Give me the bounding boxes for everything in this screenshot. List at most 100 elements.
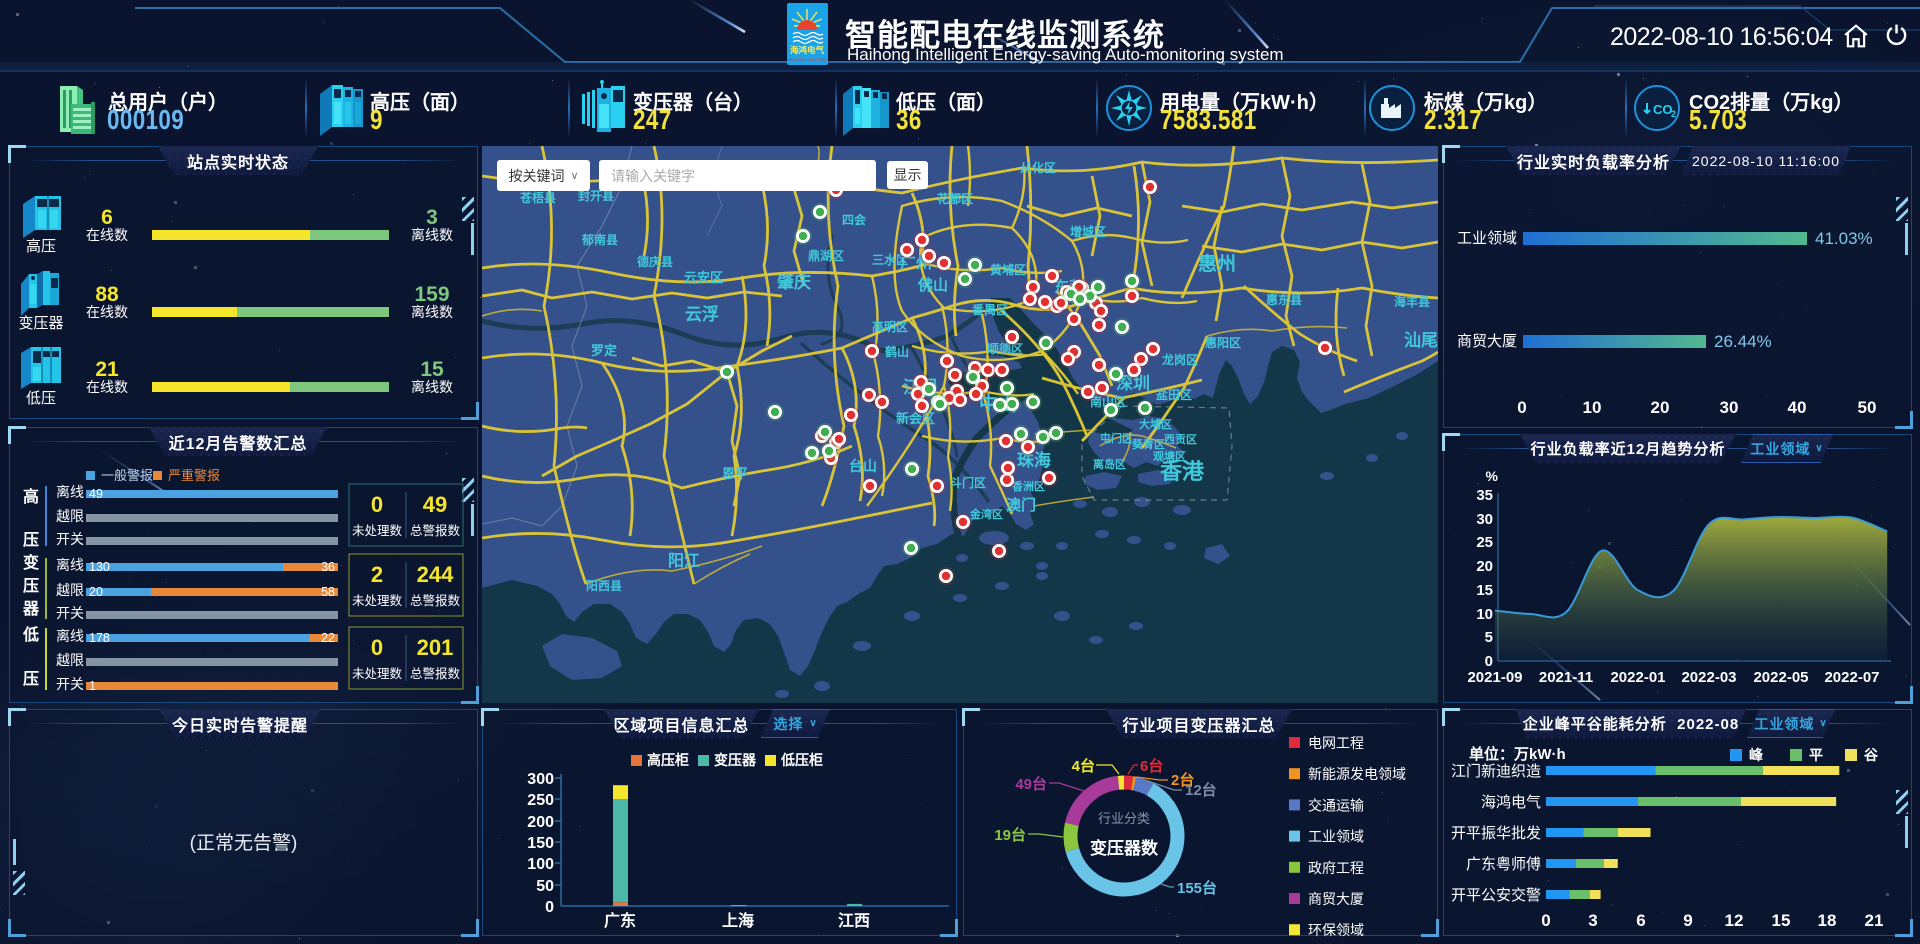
- svg-text:10: 10: [1476, 606, 1493, 623]
- svg-text:离线: 离线: [56, 484, 84, 500]
- svg-text:低压柜: 低压柜: [780, 752, 823, 768]
- svg-text:6: 6: [1636, 911, 1645, 930]
- svg-text:江西: 江西: [838, 912, 870, 930]
- svg-text:5: 5: [1485, 629, 1493, 646]
- svg-text:0: 0: [371, 635, 383, 660]
- svg-text:在线数: 在线数: [86, 379, 128, 395]
- svg-text:海鸿电气: 海鸿电气: [790, 45, 825, 55]
- svg-text:19台: 19台: [994, 826, 1026, 844]
- svg-text:阳西县: 阳西县: [586, 578, 622, 593]
- svg-text:广东: 广东: [604, 911, 636, 930]
- svg-text:178: 178: [89, 631, 110, 645]
- svg-text:2: 2: [1671, 109, 1676, 119]
- svg-text:黄埔区: 黄埔区: [990, 262, 1026, 277]
- svg-text:0: 0: [371, 492, 383, 517]
- svg-text:未处理数: 未处理数: [352, 523, 403, 538]
- svg-text:开关: 开关: [56, 605, 84, 621]
- svg-text:0: 0: [1485, 653, 1493, 670]
- svg-text:海鸿电气: 海鸿电气: [1481, 794, 1541, 811]
- svg-text:35: 35: [1476, 487, 1493, 504]
- svg-text:高压: 高压: [26, 238, 56, 255]
- svg-text:西贡区: 西贡区: [1164, 433, 1197, 446]
- svg-text:15: 15: [1476, 582, 1493, 599]
- svg-text:葵青区: 葵青区: [1131, 437, 1165, 451]
- svg-text:上海: 上海: [722, 911, 754, 930]
- svg-text:6台: 6台: [1140, 757, 1163, 775]
- svg-text:变压器: 变压器: [18, 315, 63, 332]
- svg-text:总警报数: 总警报数: [410, 523, 461, 538]
- svg-text:25: 25: [1476, 534, 1493, 551]
- svg-text:斗门区: 斗门区: [950, 475, 986, 490]
- svg-text:离线: 离线: [56, 628, 84, 644]
- svg-text:苍梧县: 苍梧县: [519, 190, 556, 205]
- svg-text:244: 244: [417, 562, 454, 587]
- svg-text:开平公安交警: 开平公安交警: [1451, 886, 1541, 904]
- svg-text:德庆县: 德庆县: [637, 254, 673, 269]
- svg-text:201: 201: [417, 635, 454, 660]
- svg-text:49台: 49台: [1015, 775, 1047, 793]
- svg-text:3: 3: [1588, 911, 1597, 930]
- svg-text:变: 变: [23, 553, 39, 572]
- svg-text:15: 15: [420, 358, 444, 381]
- svg-text:汕尾: 汕尾: [1404, 331, 1438, 350]
- svg-text:开关: 开关: [56, 531, 84, 547]
- svg-text:开关: 开关: [56, 676, 84, 692]
- svg-text:压: 压: [23, 577, 39, 595]
- svg-text:严重警报: 严重警报: [168, 468, 220, 483]
- svg-text:花都区: 花都区: [937, 191, 973, 206]
- svg-text:20: 20: [1651, 398, 1670, 417]
- svg-text:离线: 离线: [56, 557, 84, 573]
- svg-text:罗定: 罗定: [591, 343, 617, 358]
- svg-text:21: 21: [95, 358, 119, 381]
- svg-text:2022-03: 2022-03: [1681, 669, 1736, 686]
- svg-text:云安区: 云安区: [684, 270, 723, 285]
- svg-text:未处理数: 未处理数: [352, 593, 403, 608]
- svg-text:工业领域: 工业领域: [1457, 230, 1517, 247]
- svg-text:增城区: 增城区: [1070, 224, 1106, 239]
- svg-text:130: 130: [89, 560, 110, 574]
- svg-text:300: 300: [527, 771, 554, 788]
- svg-text:12: 12: [1725, 911, 1744, 930]
- svg-text:0: 0: [545, 899, 554, 916]
- svg-text:器: 器: [22, 600, 40, 618]
- svg-text:新能源发电领域: 新能源发电领域: [1308, 766, 1406, 782]
- svg-text:离线数: 离线数: [411, 379, 453, 395]
- svg-text:龙岗区: 龙岗区: [1162, 352, 1198, 367]
- svg-text:工业领域: 工业领域: [1308, 829, 1364, 845]
- svg-text:交通运输: 交通运输: [1308, 797, 1364, 813]
- svg-text:离线数: 离线数: [411, 304, 453, 320]
- svg-text:台山: 台山: [849, 458, 877, 474]
- svg-text:政府工程: 政府工程: [1308, 860, 1364, 876]
- svg-text:肇庆: 肇庆: [777, 272, 811, 292]
- svg-text:江门新迪织造: 江门新迪织造: [1451, 763, 1541, 780]
- svg-text:新会区: 新会区: [896, 411, 935, 426]
- svg-text:高明区: 高明区: [872, 319, 908, 334]
- svg-text:商贸大厦: 商贸大厦: [1308, 891, 1364, 907]
- svg-text:150: 150: [527, 835, 554, 852]
- svg-text:50: 50: [536, 878, 554, 895]
- svg-text:变压器: 变压器: [714, 752, 757, 768]
- svg-text:15: 15: [1772, 911, 1791, 930]
- svg-text:26.44%: 26.44%: [1714, 332, 1772, 351]
- svg-text:谷: 谷: [1864, 747, 1879, 763]
- svg-text:平: 平: [1809, 747, 1823, 763]
- svg-text:58: 58: [321, 585, 335, 599]
- svg-text:0: 0: [1517, 398, 1526, 417]
- svg-text:2022-07: 2022-07: [1824, 669, 1879, 686]
- svg-text:峰: 峰: [1749, 747, 1764, 763]
- svg-text:21: 21: [1865, 911, 1884, 930]
- svg-text:观塘区: 观塘区: [1153, 449, 1186, 463]
- svg-text:CO: CO: [1653, 102, 1673, 117]
- svg-text:佛山: 佛山: [917, 276, 948, 294]
- svg-text:压: 压: [23, 531, 39, 549]
- svg-text:鼎湖区: 鼎湖区: [808, 248, 844, 263]
- svg-text:41.03%: 41.03%: [1815, 229, 1873, 248]
- svg-text:四会: 四会: [842, 212, 867, 227]
- svg-text:电网工程: 电网工程: [1308, 735, 1364, 751]
- svg-text:2022-01: 2022-01: [1610, 669, 1665, 686]
- svg-text:总警报数: 总警报数: [410, 666, 461, 681]
- svg-text:从化区: 从化区: [1020, 160, 1056, 175]
- svg-text:88: 88: [95, 283, 119, 306]
- svg-text:2021-11: 2021-11: [1539, 669, 1593, 686]
- svg-text:商贸大厦: 商贸大厦: [1457, 333, 1517, 350]
